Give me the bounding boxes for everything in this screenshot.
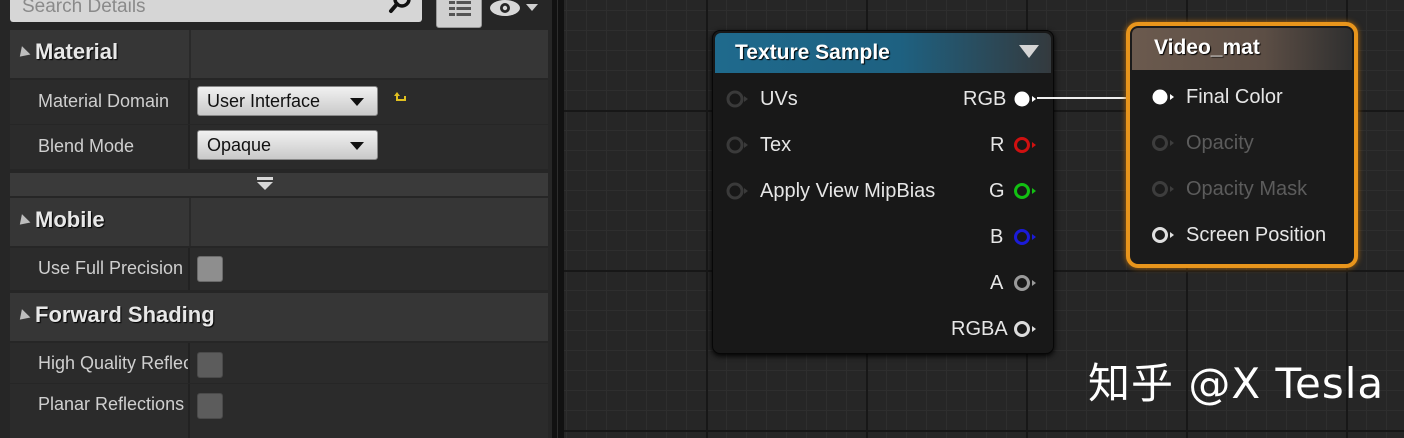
- category-label: Forward Shading: [35, 302, 215, 327]
- blend-mode-dropdown[interactable]: Opaque: [197, 130, 378, 160]
- search-details-input[interactable]: Search Details: [10, 0, 422, 22]
- pin-label-screen-position: Screen Position: [1186, 224, 1327, 246]
- search-icon: [389, 0, 411, 13]
- input-pin-opacity[interactable]: [1150, 134, 1176, 152]
- input-pin-uvs[interactable]: [724, 90, 750, 108]
- node-title: Texture Sample: [735, 41, 890, 64]
- property-label: Material Domain: [38, 91, 170, 111]
- collapse-arrow-icon: [15, 214, 31, 229]
- pin-label-final-color: Final Color: [1186, 86, 1283, 108]
- category-forward-shading[interactable]: Forward Shading: [10, 293, 548, 341]
- dropdown-arrow-icon: [350, 142, 364, 150]
- material-domain-dropdown[interactable]: User Interface: [197, 86, 378, 116]
- property-label: Planar Reflections: [38, 394, 185, 414]
- chevron-down-icon: [526, 4, 538, 11]
- search-placeholder: Search Details: [22, 0, 146, 17]
- pin-label-rgba: RGBA: [951, 318, 1008, 340]
- input-pin-tex[interactable]: [724, 136, 750, 154]
- input-pin-apply-view-mipbias[interactable]: [724, 182, 750, 200]
- column-divider: [189, 30, 191, 78]
- column-divider: [188, 80, 190, 124]
- pin-label-tex: Tex: [760, 134, 792, 156]
- pin-label-rgb: RGB: [963, 88, 1007, 110]
- output-pin-g[interactable]: [1012, 182, 1038, 200]
- output-pin-a[interactable]: [1012, 274, 1038, 292]
- pin-label-b: B: [990, 226, 1004, 248]
- output-pin-b[interactable]: [1012, 228, 1038, 246]
- panel-splitter[interactable]: [552, 0, 564, 438]
- output-pin-rgba[interactable]: [1012, 320, 1038, 338]
- output-pin-r[interactable]: [1012, 136, 1038, 154]
- node-header[interactable]: Texture Sample: [715, 33, 1051, 73]
- dropdown-value: Opaque: [207, 135, 272, 155]
- reset-to-default-icon[interactable]: [394, 92, 408, 106]
- pin-label-uvs: UVs: [760, 88, 798, 110]
- collapse-arrow-icon: [15, 46, 31, 61]
- collapse-node-icon[interactable]: [1019, 45, 1039, 58]
- property-label: Use Full Precision: [38, 258, 184, 278]
- dropdown-value: User Interface: [207, 91, 321, 111]
- pin-label-r: R: [990, 134, 1005, 156]
- output-pin-rgb[interactable]: [1012, 90, 1038, 108]
- view-options-button[interactable]: [436, 0, 482, 28]
- use-full-precision-checkbox[interactable]: [197, 256, 223, 282]
- category-label: Material: [35, 39, 119, 64]
- input-pin-final-color[interactable]: [1150, 88, 1176, 106]
- eye-icon: [490, 0, 538, 16]
- column-divider: [188, 384, 190, 438]
- column-divider: [189, 198, 191, 246]
- dropdown-arrow-icon: [350, 98, 364, 106]
- property-row-high-quality-reflections: High Quality Reflections: [10, 343, 548, 383]
- visibility-filter-button[interactable]: [488, 0, 544, 24]
- collapse-arrow-icon: [15, 309, 31, 324]
- pin-label-a: A: [990, 272, 1004, 294]
- property-label: Blend Mode: [38, 136, 135, 156]
- pin-label-opacity: Opacity: [1186, 132, 1254, 154]
- expand-down-icon: [257, 177, 273, 190]
- watermark-text: 知乎 @X Tesla: [1088, 359, 1385, 408]
- input-pin-opacity-mask[interactable]: [1150, 180, 1176, 198]
- column-divider: [188, 248, 190, 290]
- property-row-planar-reflections: Planar Reflections: [10, 384, 548, 438]
- property-row-use-full-precision: Use Full Precision: [10, 248, 548, 290]
- pin-label-opacity-mask: Opacity Mask: [1186, 178, 1308, 200]
- node-title: Video_mat: [1154, 36, 1260, 59]
- planar-reflections-checkbox[interactable]: [197, 393, 223, 419]
- pin-label-apply-view-mipbias: Apply View MipBias: [760, 180, 936, 202]
- pin-label-g: G: [989, 180, 1005, 202]
- property-label: High Quality Reflections: [38, 353, 188, 373]
- details-panel: Search Details Material Material Domain: [0, 0, 552, 438]
- column-divider: [188, 125, 190, 169]
- advanced-properties-toggle[interactable]: [10, 173, 548, 196]
- category-material[interactable]: Material: [10, 30, 548, 78]
- category-mobile[interactable]: Mobile: [10, 198, 548, 246]
- input-pin-screen-position[interactable]: [1150, 226, 1176, 244]
- list-view-icon: [449, 1, 471, 16]
- category-label: Mobile: [35, 207, 105, 232]
- column-divider: [188, 343, 190, 383]
- high-quality-reflections-checkbox[interactable]: [197, 352, 223, 378]
- node-header[interactable]: Video_mat: [1132, 28, 1352, 70]
